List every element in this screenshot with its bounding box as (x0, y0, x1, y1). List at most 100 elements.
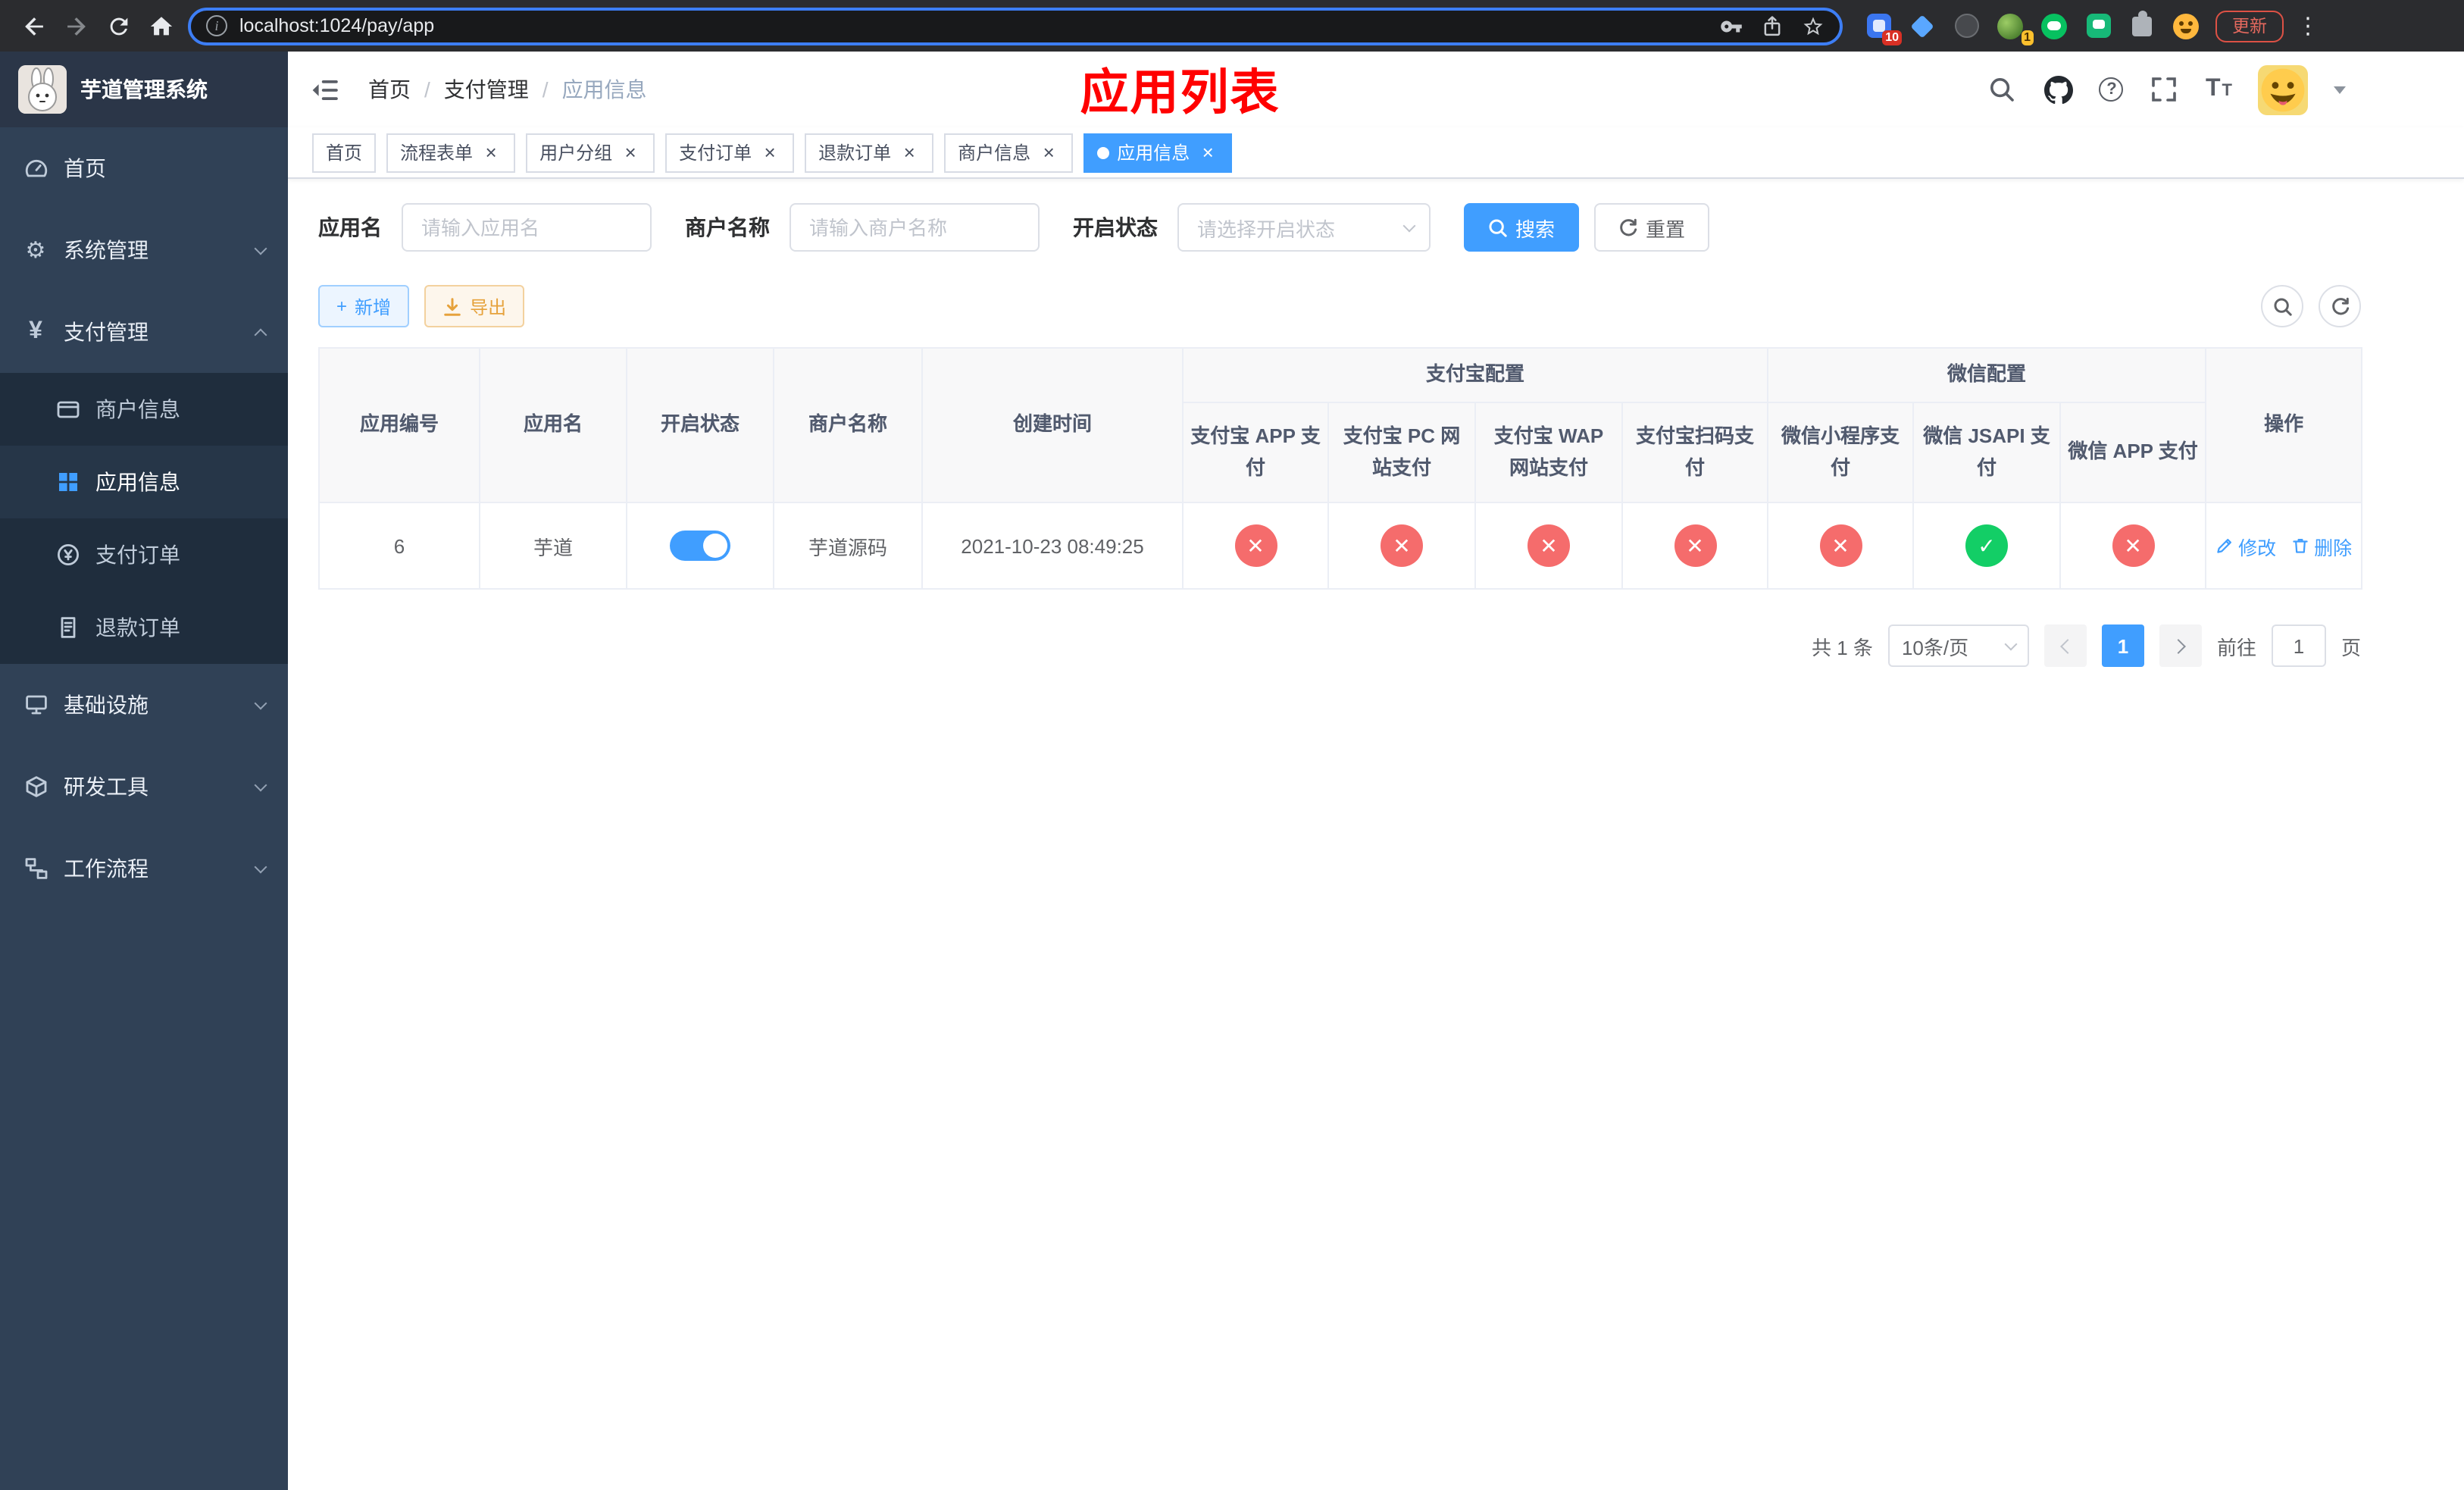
tab-close-icon[interactable]: × (620, 142, 641, 163)
page-size-select[interactable]: 10条/页 (1887, 624, 2029, 667)
current-page-button[interactable]: 1 (2101, 624, 2144, 667)
col-header-app-name: 应用名 (479, 347, 627, 503)
browser-forward-button[interactable] (55, 5, 97, 47)
tag-app-info[interactable]: 应用信息 × (1083, 133, 1233, 172)
apps-table: 应用编号 应用名 开启状态 商户名称 创建时间 支付宝配置 微信配置 操作 支付… (318, 347, 2363, 590)
sidebar-item-workflow[interactable]: 工作流程 (0, 828, 288, 909)
active-tab-dot (1097, 146, 1110, 158)
extension-icon-emoji[interactable] (2172, 11, 2200, 40)
tag-process-form[interactable]: 流程表单 × (386, 133, 516, 172)
sidebar-subitem-payment-order[interactable]: 支付订单 (0, 518, 288, 591)
extension-icon-wechat[interactable] (2040, 11, 2068, 40)
cell-app-name: 芋道 (479, 502, 627, 590)
gear-icon: ⚙ (25, 237, 46, 263)
app-grid-icon (55, 469, 80, 495)
col-header-app-id: 应用编号 (318, 347, 480, 503)
export-button[interactable]: 导出 (424, 285, 525, 327)
app-name-input[interactable] (402, 203, 652, 252)
app-logo-row[interactable]: 芋道管理系统 (0, 52, 288, 127)
font-size-icon[interactable]: TT (2206, 76, 2232, 103)
sidebar-item-label: 系统管理 (64, 238, 149, 262)
toggle-search-button[interactable] (2261, 285, 2303, 327)
plus-icon: + (336, 296, 348, 317)
address-bar[interactable]: i localhost:1024/pay/app (188, 7, 1843, 45)
tag-refund-order[interactable]: 退款订单 × (805, 133, 934, 172)
page-jump-input[interactable] (2271, 624, 2326, 667)
help-icon[interactable]: ? (2099, 77, 2124, 102)
sidebar-collapse-icon[interactable] (309, 74, 341, 105)
cell-status (626, 502, 774, 590)
chevron-down-icon (254, 859, 267, 873)
delete-link[interactable]: 删除 (2291, 531, 2352, 560)
tag-home[interactable]: 首页 (312, 133, 377, 172)
sidebar-item-dev-tools[interactable]: 研发工具 (0, 746, 288, 828)
password-key-icon[interactable] (1720, 14, 1743, 37)
github-icon[interactable] (2043, 74, 2074, 105)
prev-page-button[interactable] (2043, 624, 2087, 667)
wx-app-status-icon: ✕ (2112, 524, 2155, 567)
breadcrumb: 首页 / 支付管理 / 应用信息 (368, 74, 647, 105)
next-page-button[interactable] (2159, 624, 2202, 667)
avatar-caret-icon[interactable] (2334, 86, 2346, 100)
tag-merchant-info[interactable]: 商户信息 × (944, 133, 1074, 172)
table-row: 6 芋道 芋道源码 2021-10-23 08:49:25 ✕ ✕ ✕ ✕ ✕ … (318, 502, 2363, 590)
infrastructure-icon (23, 692, 48, 718)
fullscreen-icon[interactable] (2150, 74, 2180, 105)
tag-payment-order[interactable]: 支付订单 × (665, 133, 795, 172)
top-navbar: 首页 / 支付管理 / 应用信息 应用列表 ? T T (288, 52, 2464, 127)
status-select[interactable]: 请选择开启状态 (1177, 203, 1431, 252)
sidebar-item-home[interactable]: 首页 (0, 127, 288, 209)
search-button[interactable]: 搜索 (1464, 203, 1580, 252)
tab-close-icon[interactable]: × (759, 142, 780, 163)
chevron-up-icon (254, 327, 267, 341)
extension-icon-chat[interactable] (2084, 11, 2112, 40)
col-header-status: 开启状态 (626, 347, 774, 503)
share-icon[interactable] (1761, 14, 1784, 37)
browser-back-button[interactable] (12, 5, 55, 47)
reset-button[interactable]: 重置 (1594, 203, 1710, 252)
wx-jsapi-status-icon: ✓ (1965, 524, 2009, 567)
sidebar-subitem-refund-order[interactable]: 退款订单 (0, 591, 288, 664)
edit-link[interactable]: 修改 (2215, 531, 2276, 560)
browser-menu-icon[interactable]: ⋮ (2296, 12, 2320, 39)
tab-close-icon[interactable]: × (480, 142, 502, 163)
sidebar-item-infrastructure[interactable]: 基础设施 (0, 664, 288, 746)
header-search-icon[interactable] (1987, 74, 2018, 105)
wx-mini-status-icon: ✕ (1819, 524, 1862, 567)
extension-icon-diamond[interactable] (1908, 11, 1937, 40)
merchant-name-input[interactable] (790, 203, 1040, 252)
dev-tools-icon (23, 774, 48, 800)
browser-home-button[interactable] (139, 5, 182, 47)
chevron-down-icon (2004, 637, 2018, 650)
tab-close-icon[interactable]: × (899, 142, 920, 163)
page-info-icon[interactable]: i (206, 15, 227, 36)
sidebar-item-label: 工作流程 (64, 856, 149, 881)
row-enabled-toggle[interactable] (670, 531, 730, 561)
col-header-actions: 操作 (2205, 347, 2363, 503)
breadcrumb-payment[interactable]: 支付管理 (444, 74, 529, 105)
sidebar: 芋道管理系统 首页 ⚙ 系统管理 ¥ 支付管理 商户信息 应用信息 支付订单 退… (0, 52, 288, 1490)
cell-merchant: 芋道源码 (773, 502, 923, 590)
sidebar-item-system[interactable]: ⚙ 系统管理 (0, 209, 288, 291)
tab-close-icon[interactable]: × (1038, 142, 1059, 163)
extensions-puzzle-icon[interactable] (2128, 10, 2156, 40)
extension-icon-shield[interactable]: 10 (1864, 11, 1902, 45)
cell-created: 2021-10-23 08:49:25 (921, 502, 1184, 590)
app-logo (18, 65, 67, 114)
refresh-table-button[interactable] (2319, 285, 2361, 327)
bookmark-star-icon[interactable] (1802, 14, 1825, 37)
chevron-down-icon (254, 778, 267, 791)
breadcrumb-home[interactable]: 首页 (368, 74, 411, 105)
sidebar-item-label: 研发工具 (64, 775, 149, 799)
extension-icon-dark-circle[interactable] (1952, 11, 1981, 40)
browser-update-button[interactable]: 更新 (2215, 10, 2284, 42)
extension-icon-profile[interactable]: 1 (1996, 11, 2034, 45)
sidebar-subitem-merchant-info[interactable]: 商户信息 (0, 373, 288, 446)
browser-refresh-button[interactable] (97, 5, 139, 47)
sidebar-subitem-app-info[interactable]: 应用信息 (0, 446, 288, 518)
add-button[interactable]: + 新增 (318, 285, 410, 327)
user-avatar[interactable] (2258, 64, 2308, 114)
sidebar-item-payment[interactable]: ¥ 支付管理 (0, 291, 288, 373)
tag-user-group[interactable]: 用户分组 × (526, 133, 655, 172)
tab-close-icon[interactable]: × (1197, 142, 1218, 163)
